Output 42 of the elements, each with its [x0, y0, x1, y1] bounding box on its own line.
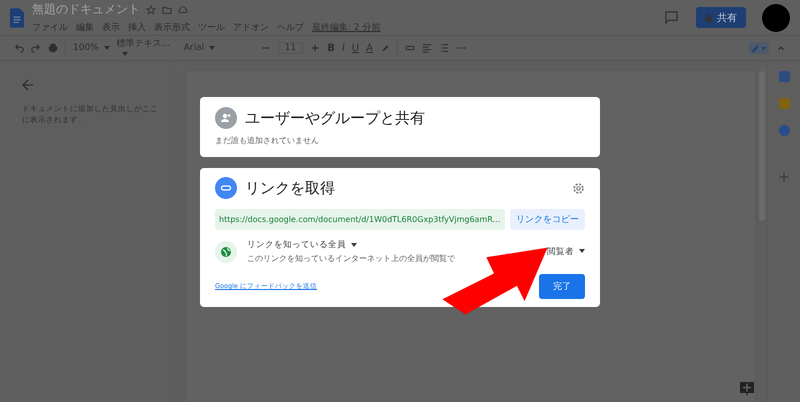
plus-icon[interactable] — [310, 43, 320, 53]
highlighter-icon[interactable] — [380, 43, 390, 53]
edit-mode-icon[interactable] — [749, 42, 769, 54]
share-note: まだ誰も追加されていません — [215, 135, 320, 146]
redo-icon[interactable] — [31, 43, 41, 53]
calendar-icon[interactable] — [778, 71, 790, 82]
avatar[interactable] — [762, 4, 790, 32]
globe-icon — [215, 240, 237, 262]
star-icon[interactable] — [146, 4, 156, 14]
access-dropdown[interactable]: リンクを知っている全員 — [247, 239, 357, 251]
link-icon[interactable] — [404, 43, 415, 53]
back-arrow-icon[interactable] — [22, 79, 34, 91]
person-icon — [705, 12, 713, 22]
link-url-field[interactable]: https://docs.google.com/document/d/1W0dTL6R0Gxp3tfyVjmg6amR... — [215, 209, 505, 230]
comment-icon[interactable] — [665, 11, 678, 24]
caret-icon — [209, 46, 216, 50]
caret-icon — [579, 249, 585, 254]
folder-icon[interactable] — [162, 4, 172, 14]
list-icon[interactable] — [438, 43, 449, 53]
copy-link-button[interactable]: リンクをコピー — [510, 209, 585, 230]
caret-icon — [104, 46, 110, 50]
caret-icon — [122, 52, 128, 56]
role-dropdown[interactable]: 閲覧者 — [547, 246, 585, 258]
add-comment-icon[interactable] — [739, 381, 755, 397]
share-title: ユーザーやグループと共有 — [245, 108, 425, 128]
add-person-icon — [215, 107, 237, 129]
link-title: リンクを取得 — [245, 178, 335, 198]
docs-logo-icon[interactable] — [10, 8, 24, 28]
align-icon[interactable] — [422, 43, 432, 53]
tasks-icon[interactable] — [778, 125, 790, 136]
share-button[interactable]: 共有 — [696, 7, 746, 28]
link-icon — [215, 177, 237, 199]
done-button[interactable]: 完了 — [539, 274, 585, 299]
caret-icon — [351, 242, 357, 247]
print-icon[interactable] — [48, 43, 58, 53]
undo-icon[interactable] — [14, 43, 24, 53]
document-title[interactable]: 無題のドキュメント — [32, 1, 140, 18]
settings-icon[interactable] — [572, 182, 585, 194]
access-description: このリンクを知っているインターネット上の全員が閲覧で — [247, 253, 455, 264]
keep-icon[interactable] — [778, 98, 790, 109]
plus-icon[interactable] — [779, 172, 790, 182]
cloud-icon[interactable] — [178, 4, 188, 14]
